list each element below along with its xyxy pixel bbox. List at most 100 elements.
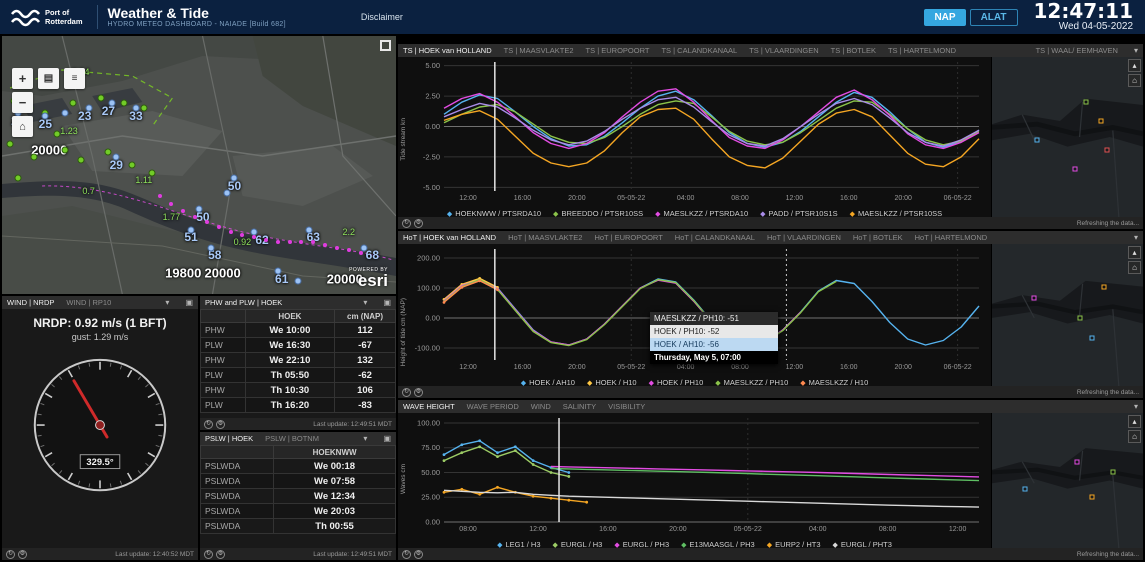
collapse-icon[interactable]: ▴ bbox=[1128, 246, 1141, 259]
home-icon[interactable]: ⌂ bbox=[1128, 74, 1141, 87]
collapse-icon[interactable]: ▴ bbox=[1128, 415, 1141, 428]
tab-ts-maasvlakte2[interactable]: TS | MAASVLAKTE2 bbox=[504, 46, 574, 55]
map-marker[interactable] bbox=[1074, 459, 1080, 465]
tide-stream-chart[interactable]: 5.00 2.50 0.00 -2.50 -5.00 12:00 16:00 20:00 05-… bbox=[398, 57, 991, 209]
table-row[interactable]: PHW Th 10:30 106 bbox=[200, 382, 396, 398]
tab-ts-calandkanaal[interactable]: TS | CALANDKANAAL bbox=[661, 46, 737, 55]
tab-hot-hoek-van-holland[interactable]: HoT | HOEK van HOLLAND bbox=[403, 233, 496, 242]
map-station-dot[interactable] bbox=[148, 169, 156, 177]
chevron-down-icon[interactable]: ▾ bbox=[1134, 402, 1138, 411]
table-row[interactable]: PLW We 16:30 -67 bbox=[200, 337, 396, 353]
map-station-dot[interactable] bbox=[53, 130, 61, 138]
map-station-dot[interactable] bbox=[346, 248, 351, 253]
table-row[interactable]: PSLWDA We 20:03 bbox=[200, 503, 396, 519]
map-station-dot[interactable] bbox=[195, 205, 203, 213]
tab-ts-europoort[interactable]: TS | EUROPOORT bbox=[586, 46, 650, 55]
table-row[interactable]: PHW We 22:10 132 bbox=[200, 352, 396, 368]
refresh-icon[interactable]: ↻ bbox=[402, 218, 411, 228]
disclaimer-link[interactable]: Disclaimer bbox=[361, 12, 403, 22]
map-station-dot[interactable] bbox=[181, 209, 186, 214]
map-marker[interactable] bbox=[1104, 147, 1110, 153]
tab-hot-calandkanaal[interactable]: HoT | CALANDKANAAL bbox=[675, 233, 755, 242]
tab-hot-hartelmond[interactable]: HoT | HARTELMOND bbox=[915, 233, 988, 242]
refresh-icon[interactable]: ↻ bbox=[402, 387, 411, 397]
chevron-down-icon[interactable]: ▾ bbox=[363, 298, 367, 307]
expand-icon[interactable] bbox=[380, 40, 391, 51]
settings-icon[interactable]: ⚙ bbox=[216, 549, 225, 559]
map-station-dot[interactable] bbox=[334, 245, 339, 250]
map-station-dot[interactable] bbox=[128, 161, 136, 169]
map-station-dot[interactable] bbox=[263, 237, 268, 242]
chevron-down-icon[interactable]: ▾ bbox=[165, 298, 169, 307]
map-station-dot[interactable] bbox=[207, 244, 215, 252]
tab-wind-nrdp[interactable]: WIND | NRDP bbox=[7, 298, 54, 307]
zoom-in-button[interactable]: + bbox=[12, 68, 33, 89]
map-station-dot[interactable] bbox=[228, 230, 233, 235]
map-station-dot[interactable] bbox=[193, 214, 198, 219]
map-station-dot[interactable] bbox=[108, 99, 116, 107]
map-station-dot[interactable] bbox=[97, 94, 104, 102]
table-row[interactable]: PLW Th 05:50 -62 bbox=[200, 367, 396, 383]
tab-ts-vlaardingen[interactable]: TS | VLAARDINGEN bbox=[749, 46, 818, 55]
table-row[interactable]: PLW Th 16:20 -83 bbox=[200, 397, 396, 413]
mini-map[interactable]: ▴ ⌂ bbox=[991, 244, 1143, 386]
map-station-dot[interactable] bbox=[169, 201, 174, 206]
map-marker[interactable] bbox=[1089, 335, 1095, 341]
mini-map[interactable]: ▴ ⌂ bbox=[991, 413, 1143, 548]
table-row[interactable]: PSLWDA We 12:34 bbox=[200, 488, 396, 504]
home-icon[interactable]: ⌂ bbox=[12, 116, 33, 137]
refresh-icon[interactable]: ↻ bbox=[402, 549, 411, 559]
map-station-dot[interactable] bbox=[358, 250, 363, 255]
map-station-dot[interactable] bbox=[14, 174, 22, 182]
map-station-dot[interactable] bbox=[252, 235, 257, 240]
tab-pslw-botnm[interactable]: PSLW | BOTNM bbox=[265, 434, 319, 443]
settings-icon[interactable]: ⚙ bbox=[18, 549, 27, 559]
map-station-dot[interactable] bbox=[61, 146, 69, 154]
tab-hot-europoort[interactable]: HoT | EUROPOORT bbox=[594, 233, 662, 242]
wave-height-chart[interactable]: 100.00 75.00 50.00 25.00 0.00 08:00 12:00 16:00… bbox=[398, 413, 991, 540]
settings-icon[interactable]: ⚙ bbox=[414, 218, 423, 228]
tab-ts-hartelmond[interactable]: TS | HARTELMOND bbox=[888, 46, 956, 55]
map-marker[interactable] bbox=[1072, 166, 1078, 172]
nap-toggle-button[interactable]: NAP bbox=[924, 8, 966, 26]
popout-icon[interactable]: ▣ bbox=[383, 434, 391, 443]
popout-icon[interactable]: ▣ bbox=[383, 298, 391, 307]
map-station-dot[interactable] bbox=[240, 232, 245, 237]
map-marker[interactable] bbox=[1089, 494, 1095, 500]
map-station-dot[interactable] bbox=[112, 153, 120, 161]
map-station-dot[interactable] bbox=[157, 193, 162, 198]
tab-wind-rp10[interactable]: WIND | RP10 bbox=[66, 298, 111, 307]
collapse-icon[interactable]: ▴ bbox=[1128, 59, 1141, 72]
alat-toggle-button[interactable]: ALAT bbox=[969, 8, 1018, 26]
table-row[interactable]: PHW We 10:00 112 bbox=[200, 322, 396, 338]
tab-wave-height[interactable]: WAVE HEIGHT bbox=[403, 402, 455, 411]
map-station-dot[interactable] bbox=[360, 244, 368, 252]
map-marker[interactable] bbox=[1034, 137, 1040, 143]
chevron-down-icon[interactable]: ▾ bbox=[1134, 46, 1138, 55]
map-station-dot[interactable] bbox=[323, 242, 328, 247]
refresh-icon[interactable]: ↻ bbox=[6, 549, 15, 559]
map-station-dot[interactable] bbox=[299, 240, 304, 245]
tab-salinity[interactable]: SALINITY bbox=[563, 402, 596, 411]
tab-pslw-hoek[interactable]: PSLW | HOEK bbox=[205, 434, 253, 443]
map-marker[interactable] bbox=[1077, 315, 1083, 321]
map-marker[interactable] bbox=[1031, 295, 1037, 301]
refresh-icon[interactable]: ↻ bbox=[204, 419, 213, 429]
map-marker[interactable] bbox=[1098, 118, 1104, 124]
tab-hot-botlek[interactable]: HoT | BOTLEK bbox=[853, 233, 903, 242]
map-station-dot[interactable] bbox=[274, 267, 282, 275]
map-station-dot[interactable] bbox=[6, 140, 14, 148]
map-marker[interactable] bbox=[1083, 99, 1089, 105]
mini-map[interactable]: ▴ ⌂ bbox=[991, 57, 1143, 217]
map-station-dot[interactable] bbox=[275, 240, 280, 245]
popout-icon[interactable]: ▣ bbox=[185, 298, 193, 307]
refresh-icon[interactable]: ↻ bbox=[204, 549, 213, 559]
map-station-dot[interactable] bbox=[69, 99, 77, 107]
overview-map[interactable]: 0.9426251.2323273320000291.110.7501.7750… bbox=[2, 36, 396, 294]
tab-wave-period[interactable]: WAVE PERIOD bbox=[467, 402, 519, 411]
map-station-dot[interactable] bbox=[305, 226, 313, 233]
port-of-rotterdam-logo[interactable]: Port of Rotterdam bbox=[6, 6, 87, 28]
map-station-dot[interactable] bbox=[311, 240, 316, 245]
layers-icon[interactable]: ▤ bbox=[38, 68, 59, 89]
map-station-dot[interactable] bbox=[104, 148, 112, 156]
